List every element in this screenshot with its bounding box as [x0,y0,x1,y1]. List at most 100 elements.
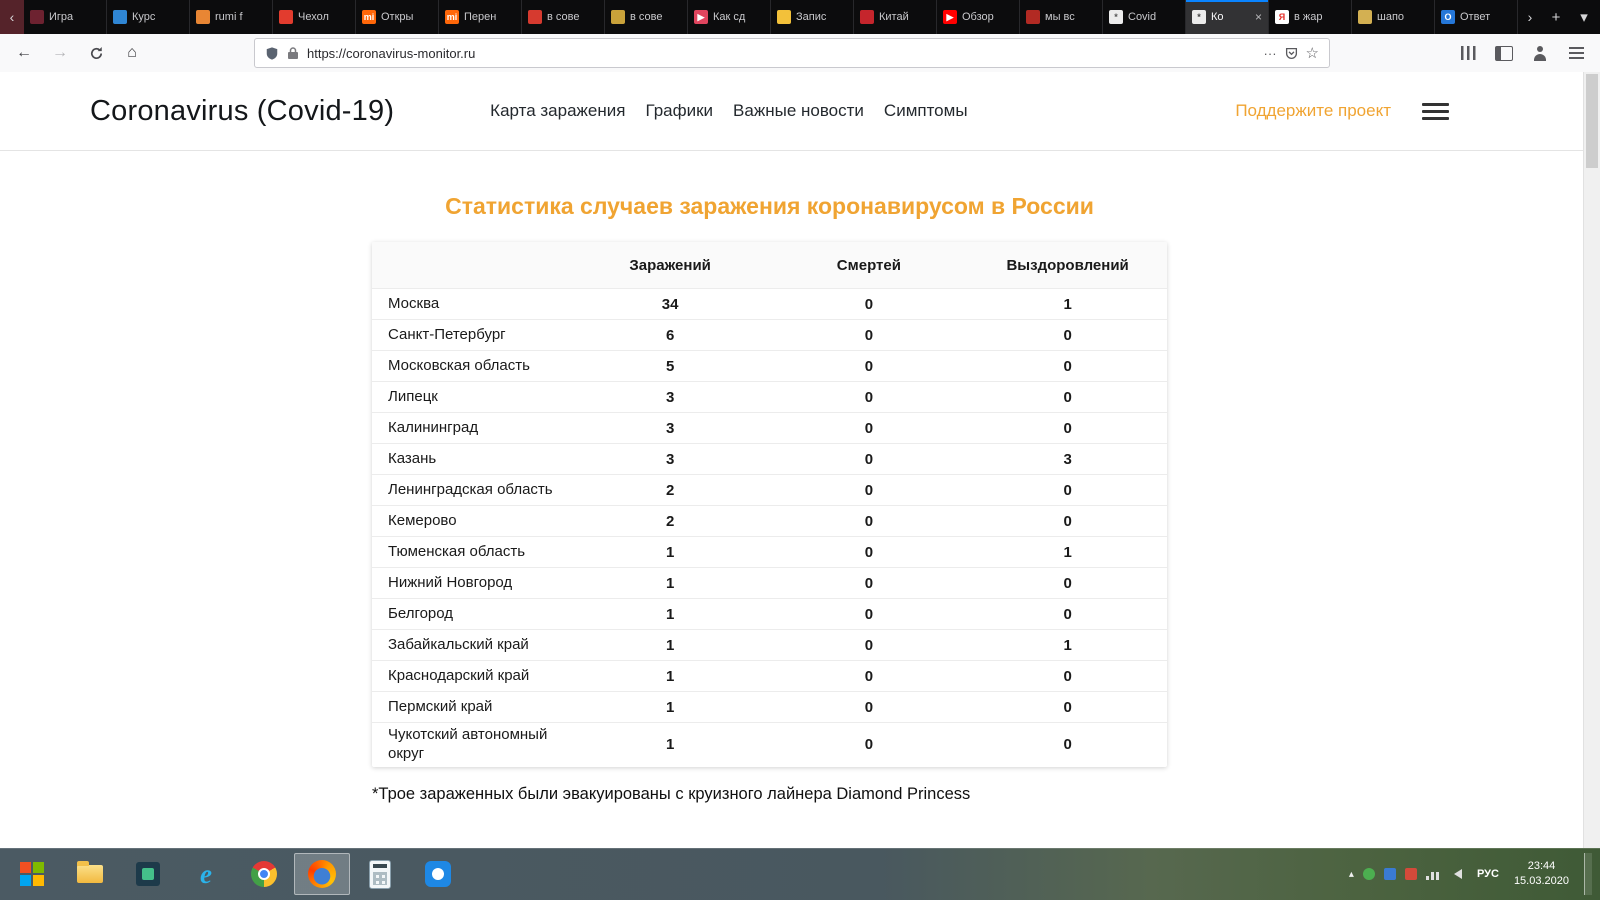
browser-tab[interactable]: Запис [771,0,854,34]
tab-title: мы вс [1045,11,1096,23]
tray-expand-icon[interactable]: ▴ [1349,869,1354,880]
tab-scroll-right-icon: › [1528,9,1533,25]
browser-tab[interactable]: шапо [1352,0,1435,34]
home-button[interactable]: ⌂ [118,39,146,67]
browser-tab[interactable]: mi Откры [356,0,439,34]
url-bar[interactable]: https://coronavirus-monitor.ru ··· ☆ [254,38,1330,68]
language-indicator[interactable]: РУС [1471,868,1505,880]
deaths-cell: 0 [770,451,969,468]
browser-tab[interactable]: * Covid [1103,0,1186,34]
table-header-recovered: Выздоровлений [968,257,1167,274]
firefox-button[interactable] [294,853,350,895]
deaths-cell: 0 [770,482,969,499]
internet-explorer-button[interactable]: e [178,853,234,895]
tab-title: Откры [381,11,432,23]
browser-tab[interactable]: O Ответ [1435,0,1518,34]
tab-title: Перен [464,11,515,23]
site-nav-link[interactable]: Важные новости [733,101,864,121]
tracking-protection-shield-icon[interactable] [265,46,279,61]
save-to-pocket-icon[interactable] [1285,47,1298,60]
show-desktop-button[interactable] [1584,853,1592,895]
forward-button[interactable]: → [46,39,74,67]
recovered-cell: 1 [968,637,1167,654]
list-all-tabs-button[interactable]: ▾ [1570,0,1598,34]
tab-scroll-right-button[interactable]: › [1518,0,1542,34]
account-button[interactable] [1526,39,1554,67]
tab-favicon-icon: mi [362,10,376,24]
system-tray: ▴ РУС 23:44 15.03.2020 [1349,853,1596,895]
calculator-button[interactable] [352,853,408,895]
sidebar-button[interactable] [1490,39,1518,67]
tab-title: в жар [1294,11,1345,23]
infected-cell: 1 [571,606,770,623]
deaths-cell: 0 [770,668,969,685]
reload-button[interactable] [82,39,110,67]
browser-tab[interactable]: Китай [854,0,937,34]
tab-close-icon[interactable]: × [1255,10,1262,24]
back-button[interactable]: ← [10,39,38,67]
tray-flag-icon[interactable] [1405,868,1417,880]
browser-tab[interactable]: в сове [522,0,605,34]
tray-antivirus-icon[interactable] [1363,868,1375,880]
recovered-cell: 0 [968,482,1167,499]
tab-title: Чехол [298,11,349,23]
site-nav-link[interactable]: Карта заражения [490,101,625,121]
browser-tab[interactable]: * Ко × [1186,0,1269,34]
site-nav-link[interactable]: Симптомы [884,101,968,121]
messenger-button[interactable] [410,853,466,895]
browser-tab[interactable]: Игра [24,0,107,34]
browser-tab[interactable]: rumi f [190,0,273,34]
tray-app-icon[interactable] [1384,868,1396,880]
browser-tab[interactable]: в сове [605,0,688,34]
region-cell: Ленинградская область [372,478,571,503]
browser-tab[interactable]: Чехол [273,0,356,34]
page-actions-icon[interactable]: ··· [1264,46,1277,61]
support-project-link[interactable]: Поддержите проект [1235,101,1391,121]
browser-tab[interactable]: мы вс [1020,0,1103,34]
browser-tab[interactable]: Я в жар [1269,0,1352,34]
table-header-deaths: Смертей [770,257,969,274]
browser-menu-button[interactable] [1562,39,1590,67]
tab-favicon-glyph: * [1197,13,1201,22]
recovered-cell: 0 [968,513,1167,530]
site-header: Coronavirus (Covid-19) Карта заражения Г… [0,72,1583,151]
start-button[interactable] [4,853,60,895]
chrome-button[interactable] [236,853,292,895]
browser-tab[interactable]: ▶ Обзор [937,0,1020,34]
deaths-cell: 0 [770,544,969,561]
site-nav-link[interactable]: Графики [645,101,713,121]
browser-tab[interactable]: mi Перен [439,0,522,34]
plus-icon: + [1552,9,1561,26]
table-row: Нижний Новгород 1 0 0 [372,567,1167,598]
table-header-region [372,262,571,268]
tab-scroll-left-button[interactable]: ‹ [0,0,24,34]
media-app-button[interactable] [120,853,176,895]
tab-favicon-icon [30,10,44,24]
url-text[interactable]: https://coronavirus-monitor.ru [307,46,1256,61]
page-scrollbar[interactable] [1583,72,1600,848]
recovered-cell: 0 [968,699,1167,716]
firefox-icon [308,860,336,888]
region-cell: Казань [372,447,571,472]
infected-cell: 1 [571,736,770,753]
taskbar-clock[interactable]: 23:44 15.03.2020 [1514,859,1569,889]
bookmark-star-icon[interactable]: ☆ [1306,44,1319,62]
table-header-row: Заражений Смертей Выздоровлений [372,242,1167,288]
table-row: Казань 3 0 3 [372,443,1167,474]
file-explorer-button[interactable] [62,853,118,895]
browser-tab[interactable]: Курс [107,0,190,34]
site-menu-button[interactable] [1422,99,1449,124]
messenger-icon [425,861,451,887]
recovered-cell: 1 [968,544,1167,561]
library-button[interactable] [1454,39,1482,67]
new-tab-button[interactable]: + [1542,0,1570,34]
sidebar-icon [1495,46,1513,61]
lock-icon[interactable] [287,46,299,60]
site-logo[interactable]: Coronavirus (Covid-19) [90,95,394,128]
scrollbar-thumb[interactable] [1586,74,1598,168]
recovered-cell: 0 [968,736,1167,753]
browser-tab[interactable]: ▶ Как сд [688,0,771,34]
table-row: Кемерово 2 0 0 [372,505,1167,536]
tray-network-icon[interactable] [1426,868,1440,880]
tray-volume-icon[interactable] [1449,869,1462,879]
